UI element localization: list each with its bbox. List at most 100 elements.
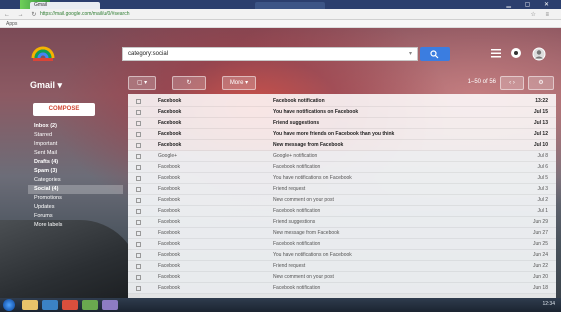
sidebar-item[interactable]: Social (4) <box>28 185 123 194</box>
row-checkbox[interactable] <box>136 165 141 170</box>
sidebar-item[interactable]: Updates <box>28 203 123 212</box>
row-checkbox[interactable] <box>136 143 141 148</box>
email-date: Jun 20 <box>532 274 548 280</box>
email-list: Facebook Facebook notification 13:22 Facebo… <box>128 94 556 298</box>
gear-icon: ⚙ <box>538 80 544 86</box>
sidebar-item[interactable]: More labels <box>28 221 123 230</box>
email-subject: New message from Facebook <box>273 230 340 236</box>
address-bar: ← → ↻ https://mail.google.com/mail/u/0/#… <box>0 9 561 20</box>
search-input[interactable]: category:social ▾ <box>122 47 418 61</box>
chevron-down-icon: ▾ <box>57 80 63 90</box>
sidebar-item[interactable]: Forums <box>28 212 123 221</box>
sidebar-item[interactable]: Inbox (2) <box>28 122 123 131</box>
sidebar-item[interactable]: Drafts (4) <box>28 158 123 167</box>
sidebar-item[interactable]: Sent Mail <box>28 149 123 158</box>
row-checkbox[interactable] <box>136 253 141 258</box>
email-row[interactable]: Facebook New message from Facebook Jul 10 <box>128 140 556 151</box>
nav-buttons[interactable]: ← → ↻ <box>4 11 39 18</box>
email-row[interactable]: Facebook Friend request Jun 22 <box>128 261 556 272</box>
email-row[interactable]: Facebook You have notifications on Facebo… <box>128 107 556 118</box>
sidebar-item[interactable]: Promotions <box>28 194 123 203</box>
window-controls[interactable]: ▁ ▢ ✕ <box>506 1 555 8</box>
row-checkbox[interactable] <box>136 154 141 159</box>
sidebar-item[interactable]: Categories <box>28 176 123 185</box>
email-row[interactable]: Facebook Facebook notification Jun 25 <box>128 239 556 250</box>
settings-button[interactable]: ⚙ <box>528 76 554 90</box>
email-row[interactable]: Facebook New comment on your post Jun 20 <box>128 272 556 283</box>
browser-tab-active[interactable]: Gmail <box>30 2 100 9</box>
email-row[interactable]: Facebook You have notifications on Facebo… <box>128 250 556 261</box>
avatar[interactable] <box>532 47 546 61</box>
email-sender: Facebook <box>158 142 182 148</box>
row-checkbox[interactable] <box>136 242 141 247</box>
email-row[interactable]: Facebook Facebook notification Jul 1 <box>128 206 556 217</box>
gmail-menu-label[interactable]: Gmail ▾ <box>30 80 62 91</box>
email-row[interactable]: Facebook Friend request Jul 3 <box>128 184 556 195</box>
row-checkbox[interactable] <box>136 231 141 236</box>
row-checkbox[interactable] <box>136 176 141 181</box>
email-row[interactable]: Facebook Friend suggestions Jun 29 <box>128 217 556 228</box>
taskbar-app-ie[interactable] <box>42 300 58 310</box>
email-subject: New comment on your post <box>273 197 334 203</box>
email-row[interactable]: Facebook You have more friends on Faceboo… <box>128 129 556 140</box>
more-button[interactable]: More ▾ <box>222 76 256 90</box>
browser-tab-secondary[interactable] <box>255 2 325 9</box>
email-subject: Friend suggestions <box>273 120 320 126</box>
email-sender: Facebook <box>158 241 180 247</box>
email-row[interactable]: Facebook You have notifications on Facebo… <box>128 173 556 184</box>
sidebar-item[interactable]: Important <box>28 140 123 149</box>
row-checkbox[interactable] <box>136 286 141 291</box>
email-sender: Facebook <box>158 164 180 170</box>
search-options-icon[interactable]: ▾ <box>409 48 412 60</box>
email-row[interactable]: Facebook Facebook notification Jul 6 <box>128 162 556 173</box>
browser-tools[interactable]: ☆ ≡ <box>530 11 553 18</box>
search-button[interactable] <box>420 47 450 61</box>
email-subject: Facebook notification <box>273 164 321 170</box>
email-sender: Facebook <box>158 186 180 192</box>
email-row[interactable]: Facebook Facebook notification 13:22 <box>128 96 556 107</box>
email-row[interactable]: Facebook New comment on your post Jul 2 <box>128 195 556 206</box>
email-date: Jul 12 <box>533 131 548 137</box>
sidebar-item[interactable]: Starred <box>28 131 123 140</box>
compose-button[interactable]: COMPOSE <box>33 103 95 116</box>
apps-grid-icon[interactable] <box>490 47 504 61</box>
row-checkbox[interactable] <box>136 198 141 203</box>
email-date: Jun 29 <box>532 219 548 225</box>
email-subject: Facebook notification <box>273 98 325 104</box>
taskbar-app-media[interactable] <box>62 300 78 310</box>
row-checkbox[interactable] <box>136 220 141 225</box>
row-checkbox[interactable] <box>136 99 141 104</box>
email-subject: Friend request <box>273 263 306 269</box>
taskbar-app-explorer[interactable] <box>22 300 38 310</box>
email-sender: Facebook <box>158 208 180 214</box>
sidebar-nav: Inbox (2) Starred Important Sent Mail Drafts… <box>28 122 123 230</box>
email-row[interactable]: Facebook Friend suggestions Jul 13 <box>128 118 556 129</box>
row-checkbox[interactable] <box>136 110 141 115</box>
notifications-icon[interactable] <box>510 47 524 61</box>
url-field[interactable]: https://mail.google.com/mail/u/0/#search <box>40 11 240 18</box>
refresh-button[interactable]: ↻ <box>172 76 206 90</box>
taskbar-app-other[interactable] <box>102 300 118 310</box>
gmail-logo[interactable] <box>30 42 56 68</box>
select-all-checkbox[interactable]: ▢ ▾ <box>128 76 156 90</box>
row-checkbox[interactable] <box>136 132 141 137</box>
email-sender: Facebook <box>158 274 180 280</box>
row-checkbox[interactable] <box>136 264 141 269</box>
email-subject: You have notifications on Facebook <box>273 109 359 115</box>
start-button[interactable] <box>3 299 15 311</box>
email-row[interactable]: Facebook Facebook notification Jun 18 <box>128 283 556 294</box>
bookmark-apps[interactable]: Apps <box>6 21 17 27</box>
system-tray-clock[interactable]: 12:34 <box>542 301 555 307</box>
email-subject: Facebook notification <box>273 285 321 291</box>
row-checkbox[interactable] <box>136 187 141 192</box>
row-checkbox[interactable] <box>136 275 141 280</box>
email-date: Jun 27 <box>532 230 548 236</box>
taskbar-app-chrome[interactable] <box>82 300 98 310</box>
email-row[interactable]: Facebook New message from Facebook Jun 27 <box>128 228 556 239</box>
page-nav-buttons[interactable]: ‹ › <box>500 76 524 90</box>
row-checkbox[interactable] <box>136 121 141 126</box>
email-row[interactable]: Google+ Google+ notification Jul 8 <box>128 151 556 162</box>
email-subject: Friend suggestions <box>273 219 316 225</box>
row-checkbox[interactable] <box>136 209 141 214</box>
sidebar-item[interactable]: Spam (3) <box>28 167 123 176</box>
